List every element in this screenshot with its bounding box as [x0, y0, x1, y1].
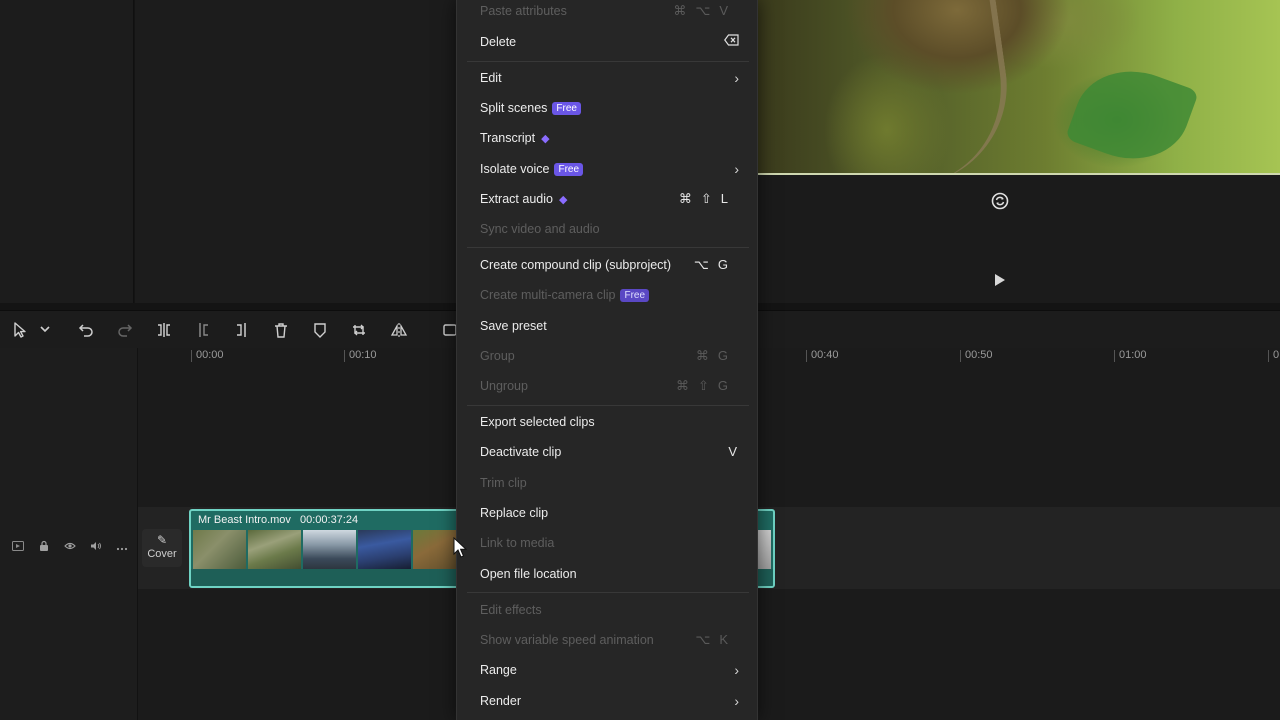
menu-separator: [467, 247, 749, 248]
menu-separator: [467, 405, 749, 406]
free-badge: Free: [554, 163, 584, 176]
redo-icon[interactable]: [115, 320, 135, 340]
menu-item-label: Transcript: [480, 131, 536, 145]
trim-right-icon[interactable]: [232, 320, 252, 340]
chevron-right-icon: ›: [734, 662, 739, 678]
menu-item-link-to-media: Link to media: [480, 536, 555, 550]
track-type-icon: [10, 540, 26, 556]
shortcut: ⌘⇧G: [675, 378, 737, 393]
menu-item-create-compound-clip[interactable]: Create compound clip (subproject) ⌥G: [457, 251, 759, 279]
menu-item-delete[interactable]: Delete: [457, 28, 759, 56]
shortcut: ⌥G: [693, 257, 737, 272]
cover-label: Cover: [147, 548, 177, 560]
menu-item-transcript[interactable]: Transcript ◆: [457, 124, 759, 152]
clip-thumbnail: [303, 530, 356, 571]
ruler-tick: 00:00: [191, 350, 224, 362]
ruler-tick: 01:00: [1114, 350, 1147, 362]
clip-title: Mr Beast Intro.mov 00:00:37:24: [198, 514, 364, 526]
pencil-icon: ✎: [156, 533, 168, 547]
properties-panel: [135, 0, 457, 303]
clip-thumbnail: [193, 530, 246, 571]
menu-item-edit-effects: Edit effects: [480, 603, 542, 617]
more-icon[interactable]: [114, 540, 130, 556]
preview-vine: [874, 0, 1020, 188]
mouse-cursor-icon: [453, 537, 467, 558]
eye-icon[interactable]: [62, 540, 78, 556]
clip-thumbnail: [248, 530, 301, 571]
menu-item-ungroup: Ungroup ⌘⇧G: [480, 378, 737, 393]
chevron-right-icon: ›: [734, 693, 739, 709]
menu-item-label: Extract audio: [480, 192, 553, 206]
free-badge: Free: [620, 289, 650, 302]
trim-left-icon[interactable]: [193, 320, 213, 340]
marker-icon[interactable]: [310, 320, 330, 340]
clip-thumbnail: [358, 530, 411, 571]
menu-item-split-scenes[interactable]: Split scenes Free: [457, 94, 759, 122]
speaker-icon[interactable]: [88, 540, 104, 556]
menu-item-replace-clip[interactable]: Replace clip: [457, 499, 759, 527]
menu-item-trim-clip: Trim clip: [480, 476, 527, 490]
chevron-down-icon[interactable]: [35, 320, 55, 340]
menu-item-render[interactable]: Render ›: [457, 687, 759, 715]
menu-item-extract-audio[interactable]: Extract audio ◆ ⌘⇧L: [457, 185, 759, 213]
menu-item-label: Isolate voice: [480, 162, 550, 176]
menu-item-range[interactable]: Range ›: [457, 656, 759, 684]
menu-item-open-file-location[interactable]: Open file location: [457, 560, 759, 588]
shortcut: ⌘⇧L: [678, 191, 737, 206]
free-badge: Free: [552, 102, 581, 115]
crop-rotate-icon[interactable]: [349, 320, 369, 340]
undo-icon[interactable]: [76, 320, 96, 340]
ruler-tick: 0: [1268, 350, 1279, 362]
menu-item-edit[interactable]: Edit ›: [457, 64, 759, 92]
loop-icon[interactable]: [991, 192, 1009, 214]
play-icon[interactable]: [994, 273, 1006, 291]
menu-item-group: Group ⌘G: [480, 348, 737, 363]
media-panel: [0, 0, 134, 303]
ruler-tick: 00:10: [344, 350, 377, 362]
shortcut: V: [728, 444, 737, 459]
menu-item-deactivate-clip[interactable]: Deactivate clip V: [457, 438, 759, 466]
context-menu: Paste attributes ⌘⌥V Delete Edit › Split…: [456, 0, 758, 720]
delete-icon[interactable]: [271, 320, 291, 340]
preview-leaf: [1064, 53, 1200, 177]
ruler-tick: 00:50: [960, 350, 993, 362]
ruler-tick: 00:40: [806, 350, 839, 362]
menu-item-show-variable-speed: Show variable speed animation ⌥K: [480, 632, 737, 647]
split-icon[interactable]: [154, 320, 174, 340]
backspace-icon: [724, 34, 739, 50]
lock-icon[interactable]: [36, 540, 52, 556]
menu-item-label: Split scenes: [480, 101, 548, 115]
chevron-right-icon: ›: [734, 161, 739, 177]
select-pointer-icon[interactable]: [10, 320, 30, 340]
menu-item-save-preset[interactable]: Save preset: [457, 312, 759, 340]
menu-item-label: Create multi-camera clip: [480, 288, 616, 302]
shortcut: ⌥K: [695, 632, 737, 647]
shortcut: ⌘G: [695, 348, 737, 363]
menu-item-export-selected-clips[interactable]: Export selected clips: [457, 408, 759, 436]
track-headers: [0, 348, 138, 720]
menu-separator: [467, 61, 749, 62]
menu-item-isolate-voice[interactable]: Isolate voice Free ›: [457, 155, 759, 183]
preview-controls: [757, 175, 1280, 303]
menu-item-create-multicam-clip: Create multi-camera clip Free: [457, 281, 759, 309]
pro-gem-icon: ◆: [558, 194, 568, 206]
cover-button[interactable]: ✎ Cover: [142, 529, 182, 567]
clip-duration: 00:00:37:24: [299, 514, 359, 526]
clip-name: Mr Beast Intro.mov: [198, 514, 291, 526]
shortcut: ⌘⌥V: [673, 3, 737, 18]
preview-video-frame: [757, 0, 1280, 188]
menu-item-sync-video-audio: Sync video and audio: [480, 222, 600, 236]
chevron-right-icon: ›: [734, 70, 739, 86]
menu-separator: [467, 592, 749, 593]
mirror-icon[interactable]: [389, 320, 409, 340]
menu-item-paste-attributes: Paste attributes ⌘⌥V: [480, 3, 737, 18]
pro-gem-icon: ◆: [541, 133, 550, 145]
